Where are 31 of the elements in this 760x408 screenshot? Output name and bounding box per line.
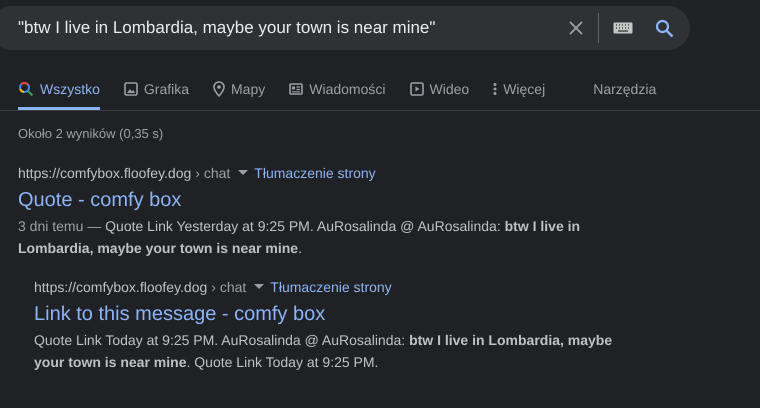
search-icon: [18, 81, 34, 97]
result-title[interactable]: Quote - comfy box: [18, 187, 182, 213]
translate-link[interactable]: Tłumaczenie strony: [254, 165, 376, 181]
tab[interactable]: Wideo: [410, 81, 470, 110]
search-field[interactable]: "btw I live in Lombardia, maybe your town is near mine": [18, 18, 568, 38]
newspaper-icon: [289, 83, 304, 95]
caret-icon[interactable]: [254, 284, 264, 290]
caret-icon[interactable]: [238, 170, 248, 176]
search-icon[interactable]: [655, 18, 674, 38]
tools-tab[interactable]: Narzędzia: [593, 81, 656, 110]
tab[interactable]: Mapy: [213, 81, 266, 110]
result-url: https://comfybox.floofey.dog: [18, 165, 192, 181]
search-bar[interactable]: "btw I live in Lombardia, maybe your town is near mine": [0, 6, 690, 50]
result-snippet: Quote Link Today at 9:25 PM. AuRosalinda @ AuRosalinda: btw I live in Lombardia, maybe your town is near mine. Quote Link Today at 9:25 PM.: [34, 331, 614, 372]
result-url: https://comfybox.floofey.dog: [34, 279, 208, 295]
translate-link[interactable]: Tłumaczenie strony: [270, 279, 392, 295]
map-pin-icon: [213, 81, 226, 97]
result-snippet: 3 dni temu — Quote Link Yesterday at 9:25 PM. AuRosalinda @ AuRosalinda: btw I live in Lombardia, maybe your town is near mine.: [18, 217, 582, 258]
more-icon: [493, 82, 498, 96]
play-icon: [410, 82, 424, 96]
result-stats: Około 2 wyników (0,35 s): [18, 126, 164, 141]
tab[interactable]: Więcej: [493, 81, 546, 110]
breadcrumb: › chat: [195, 165, 230, 181]
tab[interactable]: Grafika: [124, 81, 190, 110]
image-icon: [124, 82, 138, 96]
tab[interactable]: Wiadomości: [289, 81, 386, 110]
keyboard-icon[interactable]: [613, 22, 633, 34]
close-icon[interactable]: [568, 20, 584, 36]
result-title[interactable]: Link to this message - comfy box: [34, 301, 326, 327]
tab[interactable]: Wszystko: [18, 81, 100, 110]
breadcrumb: › chat: [211, 279, 246, 295]
